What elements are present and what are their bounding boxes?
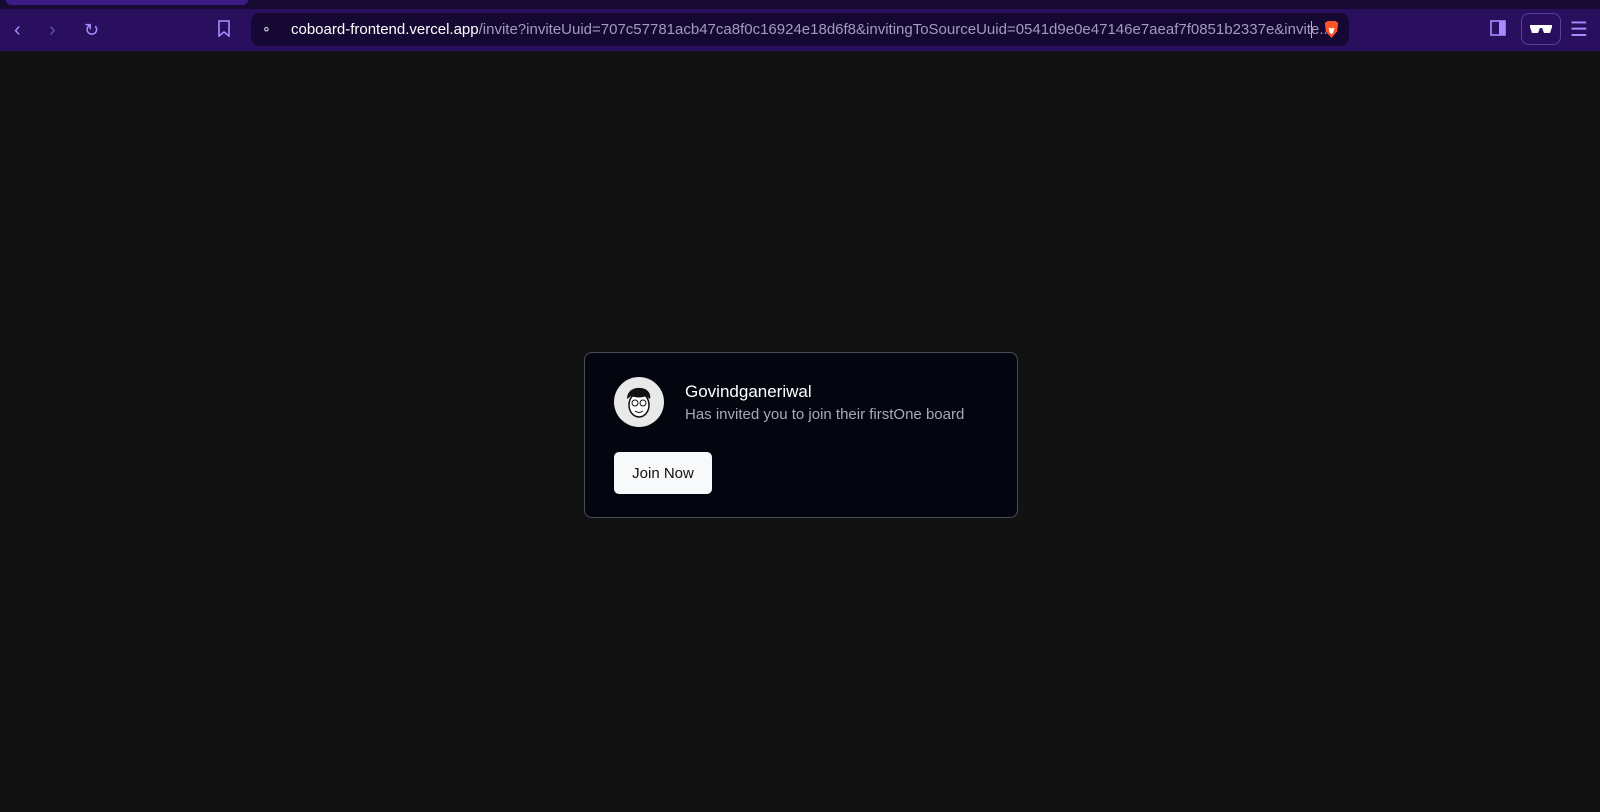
url-path: /invite?inviteUuid=707c57781acb47ca8f0c1… <box>478 21 1332 38</box>
address-bar[interactable]: ⚬ coboard-frontend.vercel.app/invite?inv… <box>251 13 1349 46</box>
active-tab[interactable] <box>6 0 248 5</box>
forward-icon[interactable]: › <box>49 20 56 40</box>
menu-icon[interactable]: ☰ <box>1570 20 1588 40</box>
reader-mode-icon <box>1530 25 1552 33</box>
reader-mode-button[interactable] <box>1521 13 1561 45</box>
invite-card: Govindganeriwal Has invited you to join … <box>584 352 1018 518</box>
divider <box>1311 21 1312 38</box>
url-host: coboard-frontend.vercel.app <box>291 21 479 38</box>
browser-toolbar: ‹ › ↻ ⚬ coboard-frontend.vercel.app/invi… <box>0 9 1600 51</box>
site-settings-icon[interactable]: ⚬ <box>261 20 272 40</box>
join-now-button[interactable]: Join Now <box>614 452 712 494</box>
reload-icon[interactable]: ↻ <box>84 20 99 40</box>
tab-strip <box>0 0 1600 9</box>
avatar <box>614 377 664 427</box>
invite-message: Has invited you to join their firstOne b… <box>685 406 965 423</box>
inviter-name: Govindganeriwal <box>685 382 812 401</box>
brave-shields-icon[interactable] <box>1322 20 1341 39</box>
bookmark-icon[interactable] <box>217 20 231 37</box>
sidebar-icon[interactable] <box>1490 20 1506 36</box>
back-icon[interactable]: ‹ <box>14 20 21 40</box>
